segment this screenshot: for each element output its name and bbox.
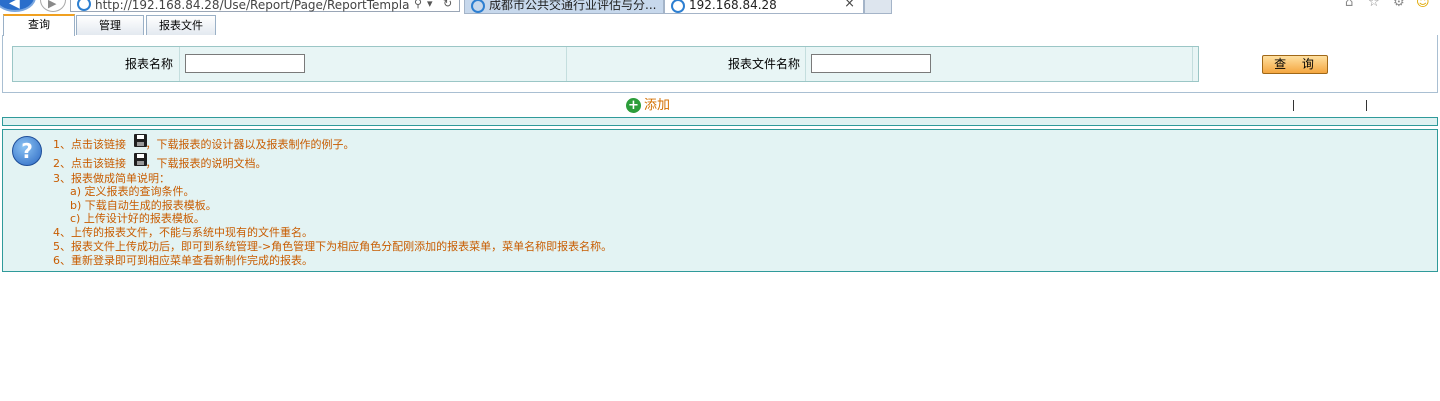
tab-query[interactable]: 查询	[3, 14, 75, 36]
help-line-4: 4、上传的报表文件，不能与系统中现有的文件重名。	[53, 226, 313, 239]
address-text: http://192.168.84.28/Use/Report/Page/Rep…	[95, 0, 410, 12]
report-file-name-input[interactable]	[811, 54, 931, 73]
browser-tab-1-label: 成都市公共交通行业评估与分...	[489, 0, 657, 12]
browser-tab-1[interactable]: 成都市公共交通行业评估与分...	[464, 0, 664, 14]
close-tab-icon[interactable]: ×	[844, 0, 855, 11]
floppy-download-icon[interactable]	[134, 134, 147, 147]
results-grid-header	[2, 117, 1438, 126]
settings-gear-icon[interactable]: ⚙	[1393, 0, 1405, 10]
back-button[interactable]: ◀	[0, 0, 36, 12]
ie-logo-icon	[671, 0, 685, 13]
report-name-label-cell: 报表名称	[13, 47, 180, 81]
help-line-3: 3、报表做成简单说明：	[53, 172, 170, 185]
new-tab-button[interactable]	[864, 0, 892, 14]
dropdown-arrow-icon[interactable]: ▾	[427, 0, 433, 10]
forward-arrow-icon: ▶	[48, 0, 57, 10]
report-name-label: 报表名称	[124, 57, 173, 71]
add-link[interactable]: 添加	[644, 98, 670, 114]
tab-report-files[interactable]: 报表文件	[146, 15, 216, 35]
browser-chrome: ◀ ▶ http://192.168.84.28/Use/Report/Page…	[0, 0, 1440, 14]
floppy-download-icon[interactable]	[134, 153, 147, 166]
ie-logo-icon	[77, 0, 91, 11]
help-line-1: 1、点击该链接 ，下载报表的设计器以及报表制作的例子。	[53, 138, 355, 151]
report-file-label: 报表文件名称	[727, 57, 800, 71]
forward-button[interactable]: ▶	[40, 0, 66, 12]
help-line-1-prefix: 1、点击该链接	[53, 138, 130, 151]
back-arrow-icon: ◀	[9, 0, 20, 11]
help-line-2: 2、点击该链接 ，下载报表的说明文档。	[53, 157, 267, 170]
refresh-icon[interactable]: ↻	[443, 0, 452, 10]
report-name-input[interactable]	[185, 54, 305, 73]
help-line-5: 5、报表文件上传成功后，即可到系统管理->角色管理下为相应角色分配刚添加的报表菜…	[53, 240, 613, 253]
help-line-6: 6、重新登录即可到相应菜单查看新制作完成的报表。	[53, 254, 313, 267]
ie-logo-icon	[471, 0, 485, 13]
help-line-3b: b) 下载自动生成的报表模板。	[70, 199, 217, 212]
home-icon[interactable]: ⌂	[1345, 0, 1353, 10]
help-line-3c: c) 上传设计好的报表模板。	[70, 212, 205, 225]
tab-manage[interactable]: 管理	[76, 15, 144, 35]
favorites-star-icon[interactable]: ☆	[1368, 0, 1380, 10]
help-line-1-suffix: ，下载报表的设计器以及报表制作的例子。	[145, 138, 355, 151]
feedback-smiley-icon[interactable]: ☺	[1416, 0, 1430, 10]
query-button[interactable]: 查 询	[1262, 55, 1328, 74]
browser-tab-2-label: 192.168.84.28	[689, 0, 777, 12]
add-plus-icon[interactable]: +	[626, 98, 641, 113]
search-icon[interactable]: ⚲	[414, 0, 422, 10]
question-help-icon: ?	[12, 136, 42, 166]
help-line-2-prefix: 2、点击该链接	[53, 157, 130, 170]
address-bar[interactable]: http://192.168.84.28/Use/Report/Page/Rep…	[70, 0, 460, 12]
browser-tab-2[interactable]: 192.168.84.28 ×	[664, 0, 864, 14]
help-line-2-suffix: ，下载报表的说明文档。	[145, 157, 267, 170]
report-file-label-cell: 报表文件名称	[567, 47, 806, 81]
toolbar-divider	[1293, 100, 1294, 111]
toolbar-divider	[1366, 100, 1367, 111]
help-line-3a: a) 定义报表的查询条件。	[70, 185, 195, 198]
